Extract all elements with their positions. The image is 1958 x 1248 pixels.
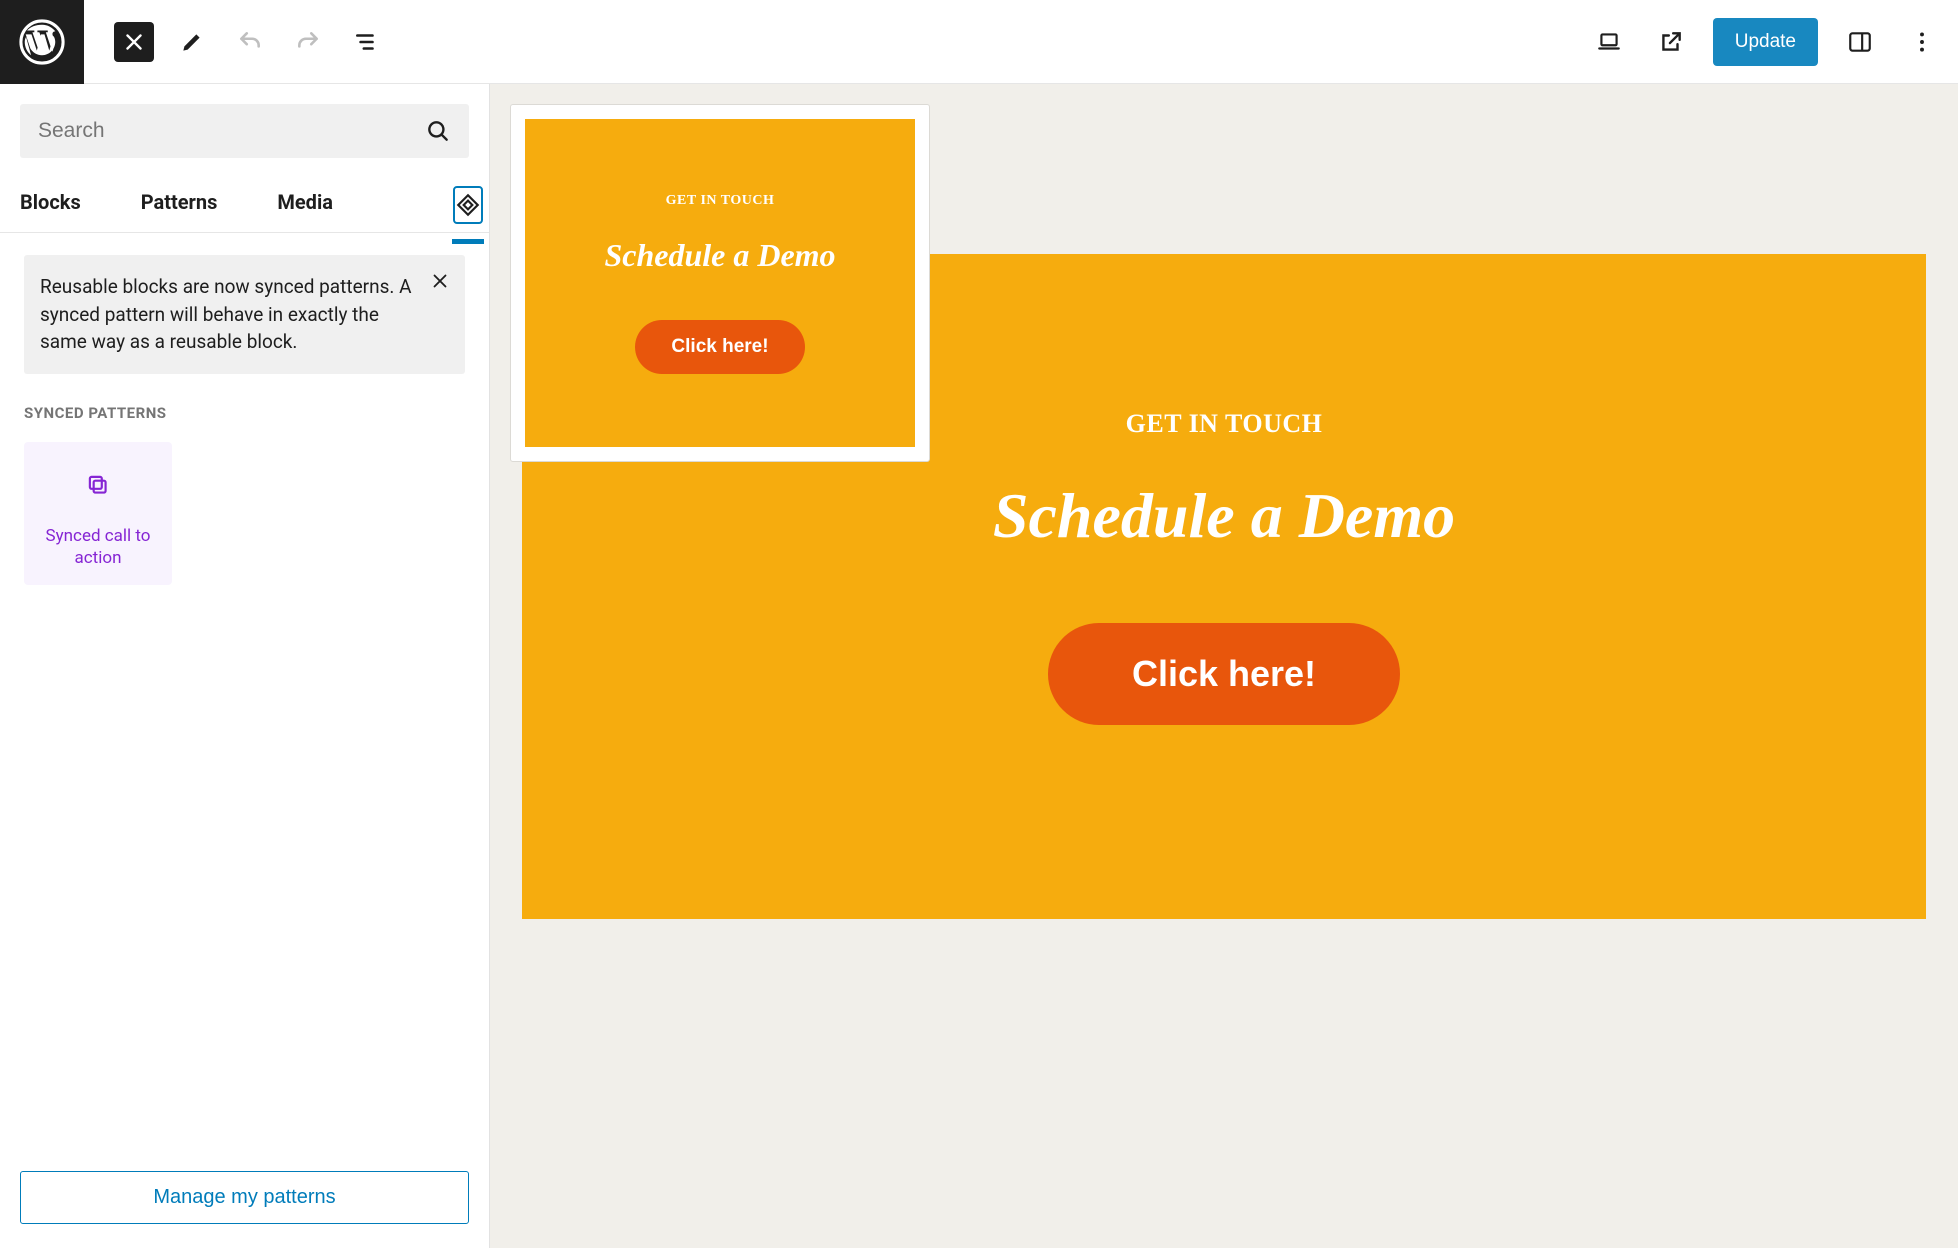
tab-media[interactable]: Media xyxy=(277,178,333,232)
cta-button-preview: Click here! xyxy=(635,320,804,374)
copy-icon xyxy=(85,472,111,498)
wordpress-logo[interactable] xyxy=(0,0,84,84)
undo-icon xyxy=(237,29,263,55)
pattern-card-label: Synced call to action xyxy=(34,525,162,569)
cta-eyebrow[interactable]: GET IN TOUCH xyxy=(1126,409,1323,439)
cta-button[interactable]: Click here! xyxy=(1048,623,1400,725)
cta-heading-preview: Schedule a Demo xyxy=(604,237,835,274)
options-button[interactable] xyxy=(1902,22,1942,62)
undo-button[interactable] xyxy=(230,22,270,62)
close-inserter-button[interactable] xyxy=(114,22,154,62)
synced-patterns-notice: Reusable blocks are now synced patterns.… xyxy=(24,255,465,374)
synced-icon xyxy=(455,192,481,218)
inserter-tabs: Blocks Patterns Media xyxy=(0,178,489,233)
cta-heading[interactable]: Schedule a Demo xyxy=(993,479,1455,553)
document-overview-button[interactable] xyxy=(346,22,386,62)
top-toolbar: Update xyxy=(0,0,1958,84)
search-input[interactable] xyxy=(38,119,425,143)
external-link-icon xyxy=(1658,29,1684,55)
redo-button[interactable] xyxy=(288,22,328,62)
redo-icon xyxy=(295,29,321,55)
sidebar-icon xyxy=(1847,29,1873,55)
notice-dismiss-button[interactable] xyxy=(425,267,455,297)
close-icon xyxy=(429,270,451,292)
cta-eyebrow-preview: GET IN TOUCH xyxy=(666,193,775,209)
settings-sidebar-button[interactable] xyxy=(1840,22,1880,62)
wordpress-icon xyxy=(19,19,65,65)
editor-canvas[interactable]: GET IN TOUCH Schedule a Demo Click here!… xyxy=(490,84,1958,1248)
search-icon xyxy=(425,118,451,144)
pattern-drag-preview: GET IN TOUCH Schedule a Demo Click here! xyxy=(510,104,930,462)
edit-tool-button[interactable] xyxy=(172,22,212,62)
update-button[interactable]: Update xyxy=(1713,18,1818,66)
close-icon xyxy=(121,29,147,55)
section-heading-synced: SYNCED PATTERNS xyxy=(24,404,465,422)
tab-synced-patterns[interactable] xyxy=(453,186,483,224)
pencil-icon xyxy=(179,29,205,55)
more-vertical-icon xyxy=(1909,29,1935,55)
tab-blocks[interactable]: Blocks xyxy=(20,178,81,232)
laptop-icon xyxy=(1596,29,1622,55)
view-page-button[interactable] xyxy=(1651,22,1691,62)
view-button[interactable] xyxy=(1589,22,1629,62)
block-inserter-panel: Blocks Patterns Media Reusable blocks ar… xyxy=(0,84,490,1248)
inserter-search[interactable] xyxy=(20,104,469,158)
cta-block-preview: GET IN TOUCH Schedule a Demo Click here! xyxy=(525,119,915,447)
notice-text: Reusable blocks are now synced patterns.… xyxy=(40,275,412,353)
list-icon xyxy=(353,29,379,55)
pattern-card-synced-cta[interactable]: Synced call to action xyxy=(24,442,172,585)
tab-patterns[interactable]: Patterns xyxy=(141,178,218,232)
manage-patterns-button[interactable]: Manage my patterns xyxy=(20,1171,469,1224)
